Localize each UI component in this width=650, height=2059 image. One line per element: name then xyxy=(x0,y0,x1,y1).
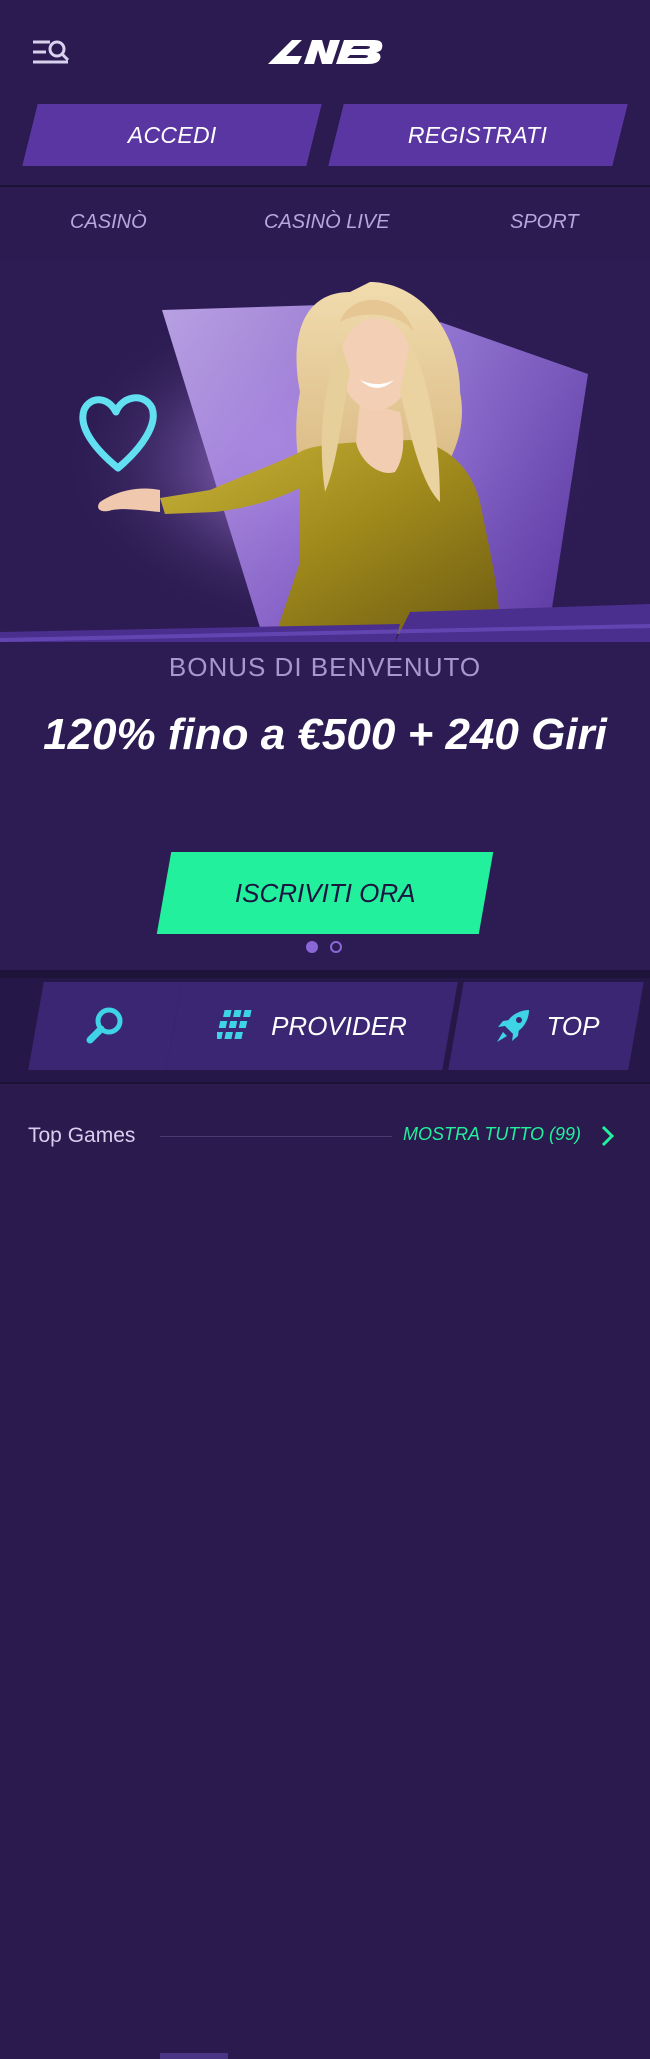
section-title: Top Games xyxy=(28,1124,136,1147)
rocket-icon xyxy=(496,1010,529,1042)
section-divider xyxy=(160,1136,392,1137)
divider xyxy=(0,970,650,978)
bonus-subtitle: BONUS DI BENVENUTO xyxy=(168,652,482,682)
search-button[interactable] xyxy=(28,982,182,1070)
brand-logo[interactable] xyxy=(262,36,388,68)
register-button-label: REGISTRATI xyxy=(408,121,548,148)
tab-sport[interactable]: SPORT xyxy=(510,211,579,234)
tab-casino[interactable]: CASINÒ xyxy=(70,211,147,234)
tab-casino-live[interactable]: CASINÒ LIVE xyxy=(264,211,390,234)
top-button[interactable]: TOP xyxy=(448,982,644,1070)
hero-banner[interactable]: BONUS DI BENVENUTO 120% fino a €500 + 24… xyxy=(0,262,650,970)
provider-label: PROVIDER xyxy=(271,1010,407,1041)
chevron-right-icon[interactable] xyxy=(600,1124,616,1148)
top-label: TOP xyxy=(546,1010,600,1041)
menu-search-icon[interactable] xyxy=(30,36,72,68)
carousel-dot[interactable] xyxy=(330,941,342,953)
category-nav: CASINÒ CASINÒ LIVE SPORT xyxy=(0,187,650,262)
top-games-section: Top Games MOSTRA TUTTO (99) xyxy=(0,1084,650,1156)
provider-button[interactable]: PROVIDER xyxy=(166,982,458,1070)
search-icon xyxy=(86,1007,123,1044)
signup-cta-button[interactable]: ISCRIVITI ORA xyxy=(156,852,494,934)
grid-icon xyxy=(217,1010,252,1039)
login-button[interactable]: ACCEDI xyxy=(22,104,322,166)
see-all-link[interactable]: MOSTRA TUTTO (99) xyxy=(403,1124,581,1145)
login-button-label: ACCEDI xyxy=(127,121,217,148)
tab-indicator xyxy=(160,2053,228,2059)
top-bar xyxy=(0,0,650,100)
signup-cta-label: ISCRIVITI ORA xyxy=(234,877,416,908)
game-filter-bar: PROVIDER TOP xyxy=(0,978,650,2059)
auth-bar: ACCEDI REGISTRATI xyxy=(0,100,650,186)
carousel-dot-active[interactable] xyxy=(306,941,318,953)
register-button[interactable]: REGISTRATI xyxy=(328,104,628,166)
hero-illustration xyxy=(0,262,650,642)
bonus-title: 120% fino a €500 + 240 Giri xyxy=(43,710,607,759)
